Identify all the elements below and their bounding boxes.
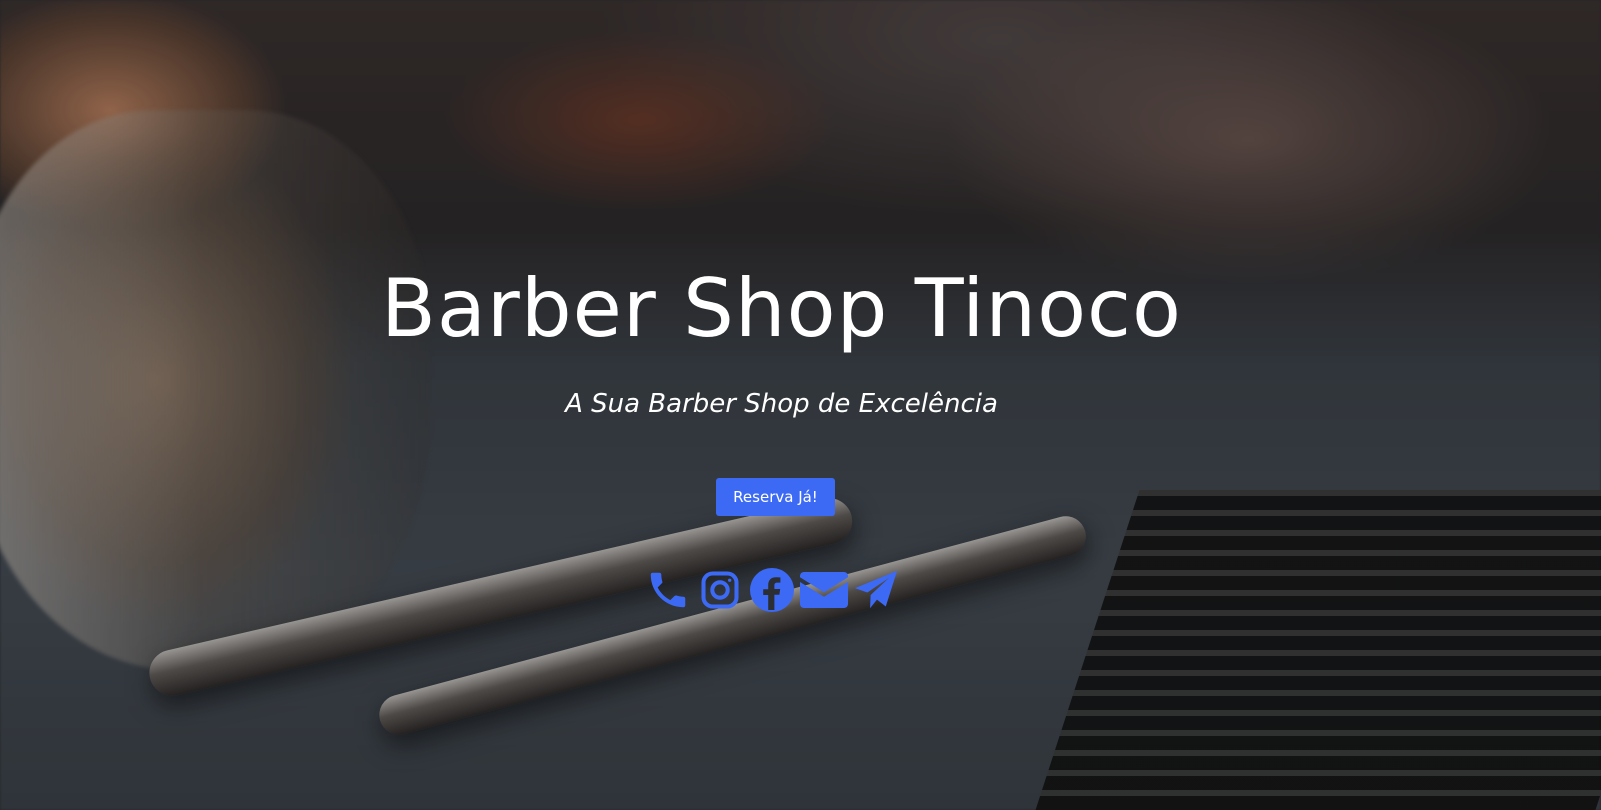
- facebook-icon[interactable]: [748, 566, 796, 614]
- hero-title: Barber Shop Tinoco: [381, 262, 1182, 355]
- phone-icon[interactable]: [644, 566, 692, 614]
- reserve-button[interactable]: Reserva Já!: [716, 478, 835, 516]
- hero-section: Barber Shop Tinoco A Sua Barber Shop de …: [0, 0, 1601, 810]
- social-links: [644, 564, 900, 616]
- hero-subtitle: A Sua Barber Shop de Excelência: [565, 389, 998, 419]
- email-icon[interactable]: [800, 566, 848, 614]
- telegram-icon[interactable]: [852, 566, 900, 614]
- instagram-icon[interactable]: [696, 566, 744, 614]
- hero-content: Barber Shop Tinoco A Sua Barber Shop de …: [0, 0, 1601, 810]
